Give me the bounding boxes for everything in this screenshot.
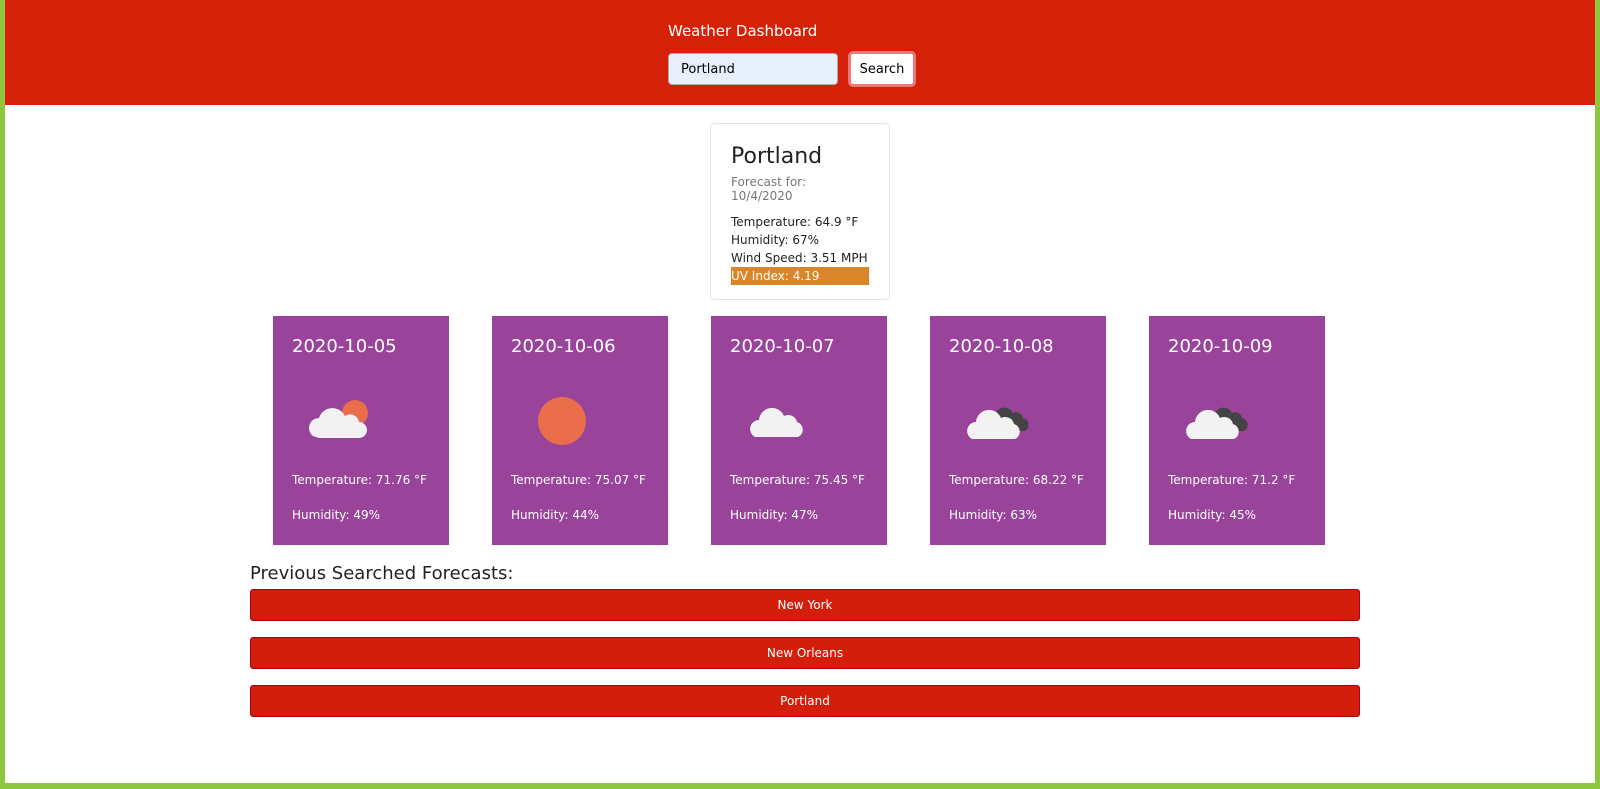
search-input[interactable]	[668, 53, 838, 85]
previous-title: Previous Searched Forecasts:	[250, 563, 514, 584]
wind-speed: Wind Speed: 3.51 MPH	[731, 251, 868, 265]
search-button[interactable]: Search	[848, 51, 916, 87]
forecast-humidity: Humidity: 44%	[511, 508, 600, 522]
forecast-date: Forecast for: 10/4/2020	[731, 175, 806, 203]
app-title: Weather Dashboard	[668, 22, 818, 40]
forecast-card: 2020-10-06 Temperature: 75.07 °F Humidit…	[492, 316, 668, 545]
forecast-card: 2020-10-08 Temperature: 68.22 °F Humidit…	[930, 316, 1106, 545]
temperature: Temperature: 64.9 °F	[731, 215, 859, 229]
forecast-humidity: Humidity: 47%	[730, 508, 819, 522]
history-button-new-orleans[interactable]: New Orleans	[250, 637, 1360, 669]
forecast-temperature: Temperature: 75.45 °F	[730, 473, 865, 487]
page: Weather Dashboard Search Portland Foreca…	[5, 0, 1595, 783]
cloud-icon	[750, 407, 803, 437]
forecast-date: 2020-10-07	[730, 336, 835, 357]
forecast-temperature: Temperature: 71.76 °F	[292, 473, 427, 487]
forecast-temperature: Temperature: 71.2 °F	[1168, 473, 1296, 487]
forecast-date: 2020-10-09	[1168, 336, 1273, 357]
forecast-card: 2020-10-07 Temperature: 75.45 °F Humidit…	[711, 316, 887, 545]
broken-clouds-icon	[967, 407, 1029, 439]
forecast-date: 2020-10-08	[949, 336, 1054, 357]
forecast-temperature: Temperature: 75.07 °F	[511, 473, 646, 487]
city-name: Portland	[731, 144, 823, 169]
history-button-portland[interactable]: Portland	[250, 685, 1360, 717]
forecast-humidity: Humidity: 45%	[1168, 508, 1257, 522]
current-weather-card: Portland Forecast for: 10/4/2020 Tempera…	[710, 123, 890, 300]
forecast-humidity: Humidity: 49%	[292, 508, 381, 522]
forecast-temperature: Temperature: 68.22 °F	[949, 473, 1084, 487]
forecast-humidity: Humidity: 63%	[949, 508, 1038, 522]
history-button-new-york[interactable]: New York	[250, 589, 1360, 621]
sun-icon	[538, 397, 586, 445]
humidity: Humidity: 67%	[731, 233, 820, 247]
forecast-date: 2020-10-05	[292, 336, 397, 357]
broken-clouds-icon	[1186, 407, 1248, 439]
partly-cloudy-icon	[309, 400, 368, 438]
forecast-card: 2020-10-05 Temperature: 71.76 °F Humidit…	[273, 316, 449, 545]
forecast-card: 2020-10-09 Temperature: 71.2 °F Humidity…	[1149, 316, 1325, 545]
forecast-date: 2020-10-06	[511, 336, 616, 357]
uv-index: UV Index: 4.19	[731, 267, 869, 285]
header: Weather Dashboard Search	[5, 0, 1595, 105]
